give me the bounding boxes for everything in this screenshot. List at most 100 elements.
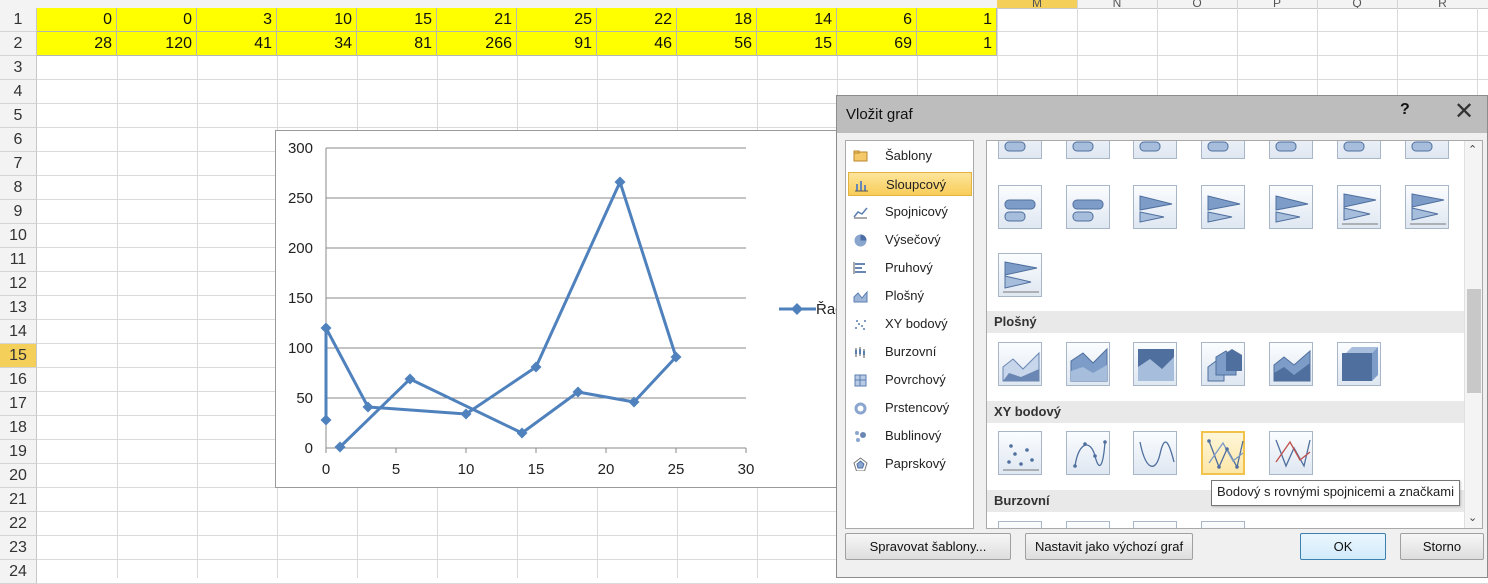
embedded-chart[interactable]: 0 50 100 150 200 250 300 0 5 10 15 20 25 30 Řad [275, 130, 837, 488]
manage-templates-button[interactable]: Spravovat šablony... [845, 533, 1011, 560]
bar-pyramid-chart-thumb[interactable] [1405, 185, 1449, 229]
stock-chart-thumb[interactable] [1066, 521, 1110, 528]
chart-category-item[interactable]: Paprskový [848, 452, 972, 476]
scatter-chart-thumb[interactable] [1201, 431, 1245, 475]
chart-category-item[interactable]: Šablony [848, 144, 972, 168]
column-header-o[interactable]: O [1157, 0, 1238, 8]
bar-cone-chart-thumb[interactable] [1269, 185, 1313, 229]
cell[interactable]: 81 [357, 32, 437, 56]
cell[interactable]: 1 [917, 32, 997, 56]
bar-cone-chart-thumb[interactable] [1133, 185, 1177, 229]
bar-cylinder-chart-thumb[interactable] [1133, 141, 1177, 159]
row-header-3[interactable]: 3 [0, 56, 37, 80]
cell[interactable]: 46 [597, 32, 677, 56]
chart-category-item[interactable]: XY bodový [848, 312, 972, 336]
area-chart-thumb[interactable] [1066, 342, 1110, 386]
row-header-7[interactable]: 7 [0, 152, 37, 176]
chart-category-item[interactable]: Plošný [848, 284, 972, 308]
cell[interactable]: 10 [277, 8, 357, 32]
cell[interactable]: 6 [837, 8, 917, 32]
cell[interactable]: 56 [677, 32, 757, 56]
scatter-chart-thumb[interactable] [1269, 431, 1313, 475]
cell[interactable]: 41 [197, 32, 277, 56]
row-header-16[interactable]: 16 [0, 368, 37, 392]
cell[interactable]: 34 [277, 32, 357, 56]
set-default-chart-button[interactable]: Nastavit jako výchozí graf [1025, 533, 1193, 560]
row-header-8[interactable]: 8 [0, 176, 37, 200]
cell[interactable]: 14 [757, 8, 837, 32]
column-header-q[interactable]: Q [1317, 0, 1398, 8]
row-header-1[interactable]: 1 [0, 8, 37, 32]
stock-chart-thumb[interactable] [1201, 521, 1245, 528]
bar-cylinder-chart-thumb[interactable] [998, 141, 1042, 159]
cell[interactable]: 15 [357, 8, 437, 32]
chart-category-item[interactable]: Prstencový [848, 396, 972, 420]
row-header-15[interactable]: 15 [0, 344, 37, 368]
bar-pyramid-chart-thumb[interactable] [998, 253, 1042, 297]
scroll-down-icon[interactable]: ⌄ [1468, 511, 1477, 524]
row-header-11[interactable]: 11 [0, 248, 37, 272]
bar-cylinder-chart-thumb[interactable] [1405, 141, 1449, 159]
column-header-m[interactable]: M [997, 0, 1078, 8]
cell[interactable]: 69 [837, 32, 917, 56]
cell[interactable]: 28 [37, 32, 117, 56]
row-header-24[interactable]: 24 [0, 560, 37, 584]
close-icon[interactable]: ✕ [1454, 97, 1474, 126]
row-header-13[interactable]: 13 [0, 296, 37, 320]
cell[interactable]: 22 [597, 8, 677, 32]
bar-cylinder-chart-thumb[interactable] [998, 185, 1042, 229]
row-header-10[interactable]: 10 [0, 224, 37, 248]
scatter-chart-thumb[interactable] [1066, 431, 1110, 475]
row-header-22[interactable]: 22 [0, 512, 37, 536]
row-header-19[interactable]: 19 [0, 440, 37, 464]
area-chart-thumb[interactable] [1337, 342, 1381, 386]
column-header-r[interactable]: R [1397, 0, 1488, 8]
area-chart-thumb[interactable] [1133, 342, 1177, 386]
cancel-button[interactable]: Storno [1400, 533, 1484, 560]
cell[interactable]: 18 [677, 8, 757, 32]
cell[interactable]: 25 [517, 8, 597, 32]
bar-cone-chart-thumb[interactable] [1201, 185, 1245, 229]
stock-chart-thumb[interactable] [1133, 521, 1177, 528]
cell[interactable]: 1 [917, 8, 997, 32]
chart-category-item[interactable]: Spojnicový [848, 200, 972, 224]
cell[interactable]: 15 [757, 32, 837, 56]
row-header-18[interactable]: 18 [0, 416, 37, 440]
row-header-23[interactable]: 23 [0, 536, 37, 560]
scroll-up-icon[interactable]: ⌃ [1468, 143, 1477, 156]
stock-chart-thumb[interactable] [998, 521, 1042, 528]
cell[interactable]: 0 [117, 8, 197, 32]
gallery-scrollbar[interactable]: ⌃ ⌄ [1464, 141, 1482, 528]
column-header-n[interactable]: N [1077, 0, 1158, 8]
area-chart-thumb[interactable] [1201, 342, 1245, 386]
chart-category-item[interactable]: Bublinový [848, 424, 972, 448]
chart-category-item[interactable]: Burzovní [848, 340, 972, 364]
chart-category-item[interactable]: Výsečový [848, 228, 972, 252]
bar-cylinder-chart-thumb[interactable] [1201, 141, 1245, 159]
row-header-2[interactable]: 2 [0, 32, 37, 56]
row-header-17[interactable]: 17 [0, 392, 37, 416]
ok-button[interactable]: OK [1300, 533, 1386, 560]
row-header-12[interactable]: 12 [0, 272, 37, 296]
bar-cylinder-chart-thumb[interactable] [1066, 185, 1110, 229]
row-header-9[interactable]: 9 [0, 200, 37, 224]
row-header-14[interactable]: 14 [0, 320, 37, 344]
row-header-4[interactable]: 4 [0, 80, 37, 104]
row-header-6[interactable]: 6 [0, 128, 37, 152]
area-chart-thumb[interactable] [998, 342, 1042, 386]
cell[interactable]: 266 [437, 32, 517, 56]
bar-cylinder-chart-thumb[interactable] [1066, 141, 1110, 159]
help-button[interactable]: ? [1400, 101, 1410, 119]
bar-cylinder-chart-thumb[interactable] [1337, 141, 1381, 159]
cell[interactable]: 0 [37, 8, 117, 32]
scatter-chart-thumb[interactable] [998, 431, 1042, 475]
bar-cylinder-chart-thumb[interactable] [1269, 141, 1313, 159]
chart-category-item[interactable]: Povrchový [848, 368, 972, 392]
row-header-20[interactable]: 20 [0, 464, 37, 488]
dialog-title-bar[interactable]: Vložit graf ? ✕ [837, 96, 1487, 133]
cell[interactable]: 21 [437, 8, 517, 32]
area-chart-thumb[interactable] [1269, 342, 1313, 386]
cell[interactable]: 3 [197, 8, 277, 32]
bar-pyramid-chart-thumb[interactable] [1337, 185, 1381, 229]
row-header-21[interactable]: 21 [0, 488, 37, 512]
